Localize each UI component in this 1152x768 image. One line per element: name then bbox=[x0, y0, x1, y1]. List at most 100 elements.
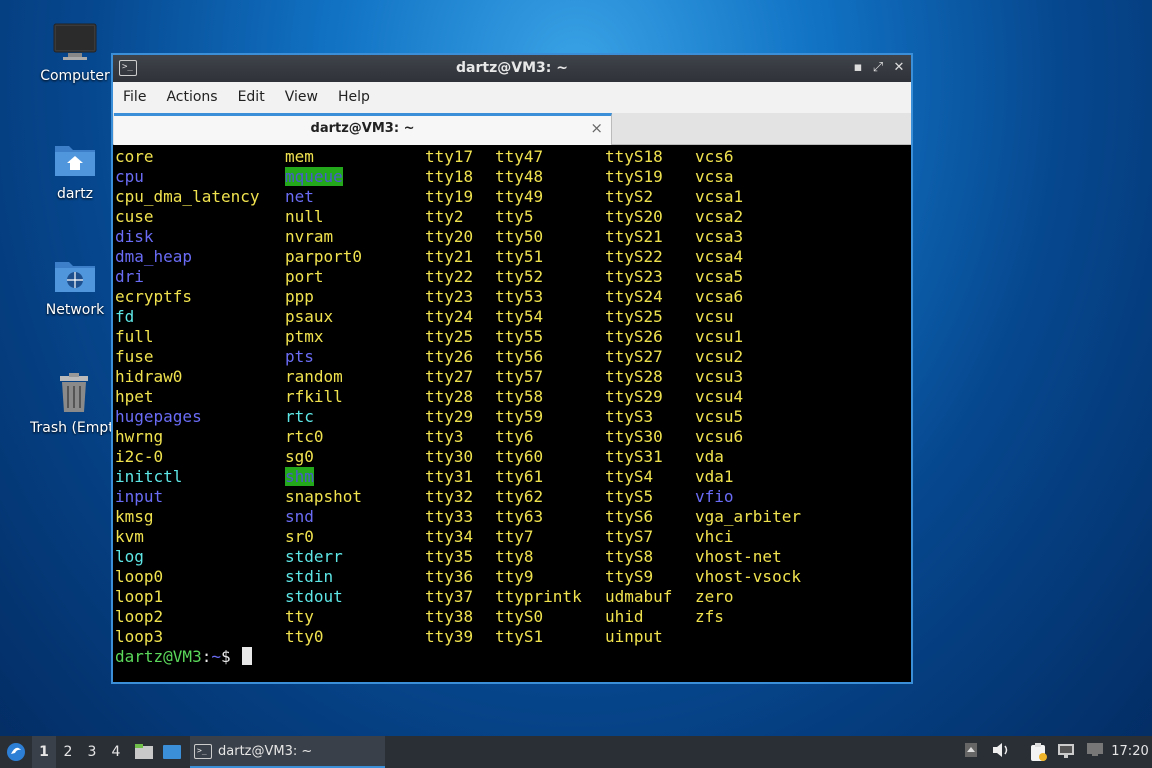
menu-file[interactable]: File bbox=[113, 82, 156, 113]
listing-entry-text: dri bbox=[115, 267, 144, 286]
desktop: { "desktop": { "icons": [ {"label": "Com… bbox=[0, 0, 1152, 768]
listing-entry: tty50 bbox=[495, 227, 582, 247]
listing-entry: vcsu5 bbox=[695, 407, 801, 427]
listing-entry: vcsa6 bbox=[695, 287, 801, 307]
window-titlebar[interactable]: >_ dartz@VM3: ~ ▪ ⤢ ✕ bbox=[113, 55, 911, 82]
clipboard-applet[interactable] bbox=[1026, 742, 1050, 762]
listing-entry: tty32 bbox=[425, 487, 473, 507]
listing-entry-text: tty36 bbox=[425, 567, 474, 586]
listing-entry: vhost-vsock bbox=[695, 567, 801, 587]
start-menu-button[interactable] bbox=[4, 736, 28, 768]
minimize-button[interactable]: ▪ bbox=[849, 59, 867, 77]
desktop-icon-label: Trash (Empty) bbox=[30, 420, 112, 436]
listing-column: vcs6 vcsa vcsa1 vcsa2 vcsa3 vcsa4 vcsa5 vcsa6 vc… bbox=[695, 147, 801, 627]
listing-entry-text: ttyS18 bbox=[605, 147, 663, 166]
clock[interactable]: 17:20 bbox=[1110, 736, 1150, 768]
listing-entry: uinput bbox=[605, 627, 672, 647]
listing-entry: vcsa4 bbox=[695, 247, 801, 267]
desktop-icon-trash[interactable]: Trash (Empty) bbox=[30, 372, 112, 436]
listing-entry-text: vda1 bbox=[695, 467, 734, 486]
listing-entry-text: uinput bbox=[605, 627, 663, 646]
text-cursor bbox=[242, 647, 253, 665]
listing-entry: ttyS7 bbox=[605, 527, 672, 547]
taskbar: 1 2 3 4 >_ dartz@VM3: ~ 17:20 bbox=[0, 736, 1152, 768]
desktop-icon-home[interactable]: dartz bbox=[30, 140, 120, 202]
listing-entry-text: tty18 bbox=[425, 167, 474, 186]
listing-entry: rfkill bbox=[285, 387, 362, 407]
network-applet[interactable] bbox=[1054, 742, 1078, 762]
menu-edit[interactable]: Edit bbox=[228, 82, 275, 113]
listing-entry-text: vhost-vsock bbox=[695, 567, 801, 586]
menu-help[interactable]: Help bbox=[328, 82, 380, 113]
task-label: dartz@VM3: ~ bbox=[218, 744, 313, 759]
listing-entry-text: vcsu1 bbox=[695, 327, 744, 346]
listing-entry-text: vcsa3 bbox=[695, 227, 744, 246]
listing-entry: vcsa3 bbox=[695, 227, 801, 247]
maximize-button[interactable]: ⤢ bbox=[869, 59, 887, 77]
workspace-4[interactable]: 4 bbox=[104, 736, 128, 768]
desktop-icon-computer[interactable]: Computer bbox=[30, 22, 120, 84]
listing-entry-text: ttyprintk bbox=[495, 587, 582, 606]
listing-entry-text: vcsu bbox=[695, 307, 734, 326]
menu-view[interactable]: View bbox=[275, 82, 328, 113]
show-desktop-button[interactable] bbox=[162, 736, 184, 768]
listing-entry-text: tty2 bbox=[425, 207, 464, 226]
taskbar-task-terminal[interactable]: >_ dartz@VM3: ~ bbox=[190, 736, 385, 768]
listing-entry: stdin bbox=[285, 567, 362, 587]
listing-entry-text: tty47 bbox=[495, 147, 544, 166]
listing-entry: shm bbox=[285, 467, 362, 487]
listing-entry-text: rfkill bbox=[285, 387, 343, 406]
menu-actions[interactable]: Actions bbox=[156, 82, 227, 113]
listing-entry: kmsg bbox=[115, 507, 260, 527]
tab-terminal[interactable]: dartz@VM3: ~ × bbox=[114, 113, 612, 145]
listing-entry: ttyS8 bbox=[605, 547, 672, 567]
listing-entry: ttyprintk bbox=[495, 587, 582, 607]
listing-entry-text: tty58 bbox=[495, 387, 544, 406]
listing-entry: tty56 bbox=[495, 347, 582, 367]
listing-entry-text: psaux bbox=[285, 307, 334, 326]
tray-up-arrow[interactable] bbox=[962, 742, 980, 762]
desktop-icon-network[interactable]: Network bbox=[30, 256, 120, 318]
shell-prompt: dartz@VM3:~$ bbox=[115, 647, 253, 667]
workspace-3[interactable]: 3 bbox=[80, 736, 104, 768]
listing-entry: tty21 bbox=[425, 247, 473, 267]
workspace-2[interactable]: 2 bbox=[56, 736, 80, 768]
listing-entry-text: ttyS0 bbox=[495, 607, 544, 626]
workspace-1[interactable]: 1 bbox=[32, 736, 56, 768]
listing-entry-text: tty24 bbox=[425, 307, 474, 326]
close-button[interactable]: ✕ bbox=[890, 59, 908, 77]
listing-entry-text: tty32 bbox=[425, 487, 474, 506]
trash-icon bbox=[60, 373, 88, 412]
file-manager-launcher[interactable] bbox=[134, 736, 156, 768]
listing-entry: ttyS20 bbox=[605, 207, 672, 227]
file-manager-icon bbox=[135, 743, 153, 759]
listing-entry-text: tty29 bbox=[425, 407, 474, 426]
listing-entry-text: vga_arbiter bbox=[695, 507, 801, 526]
listing-entry-text: vcsu3 bbox=[695, 367, 744, 386]
listing-entry-text: tty0 bbox=[285, 627, 324, 646]
listing-entry-text: ttyS31 bbox=[605, 447, 663, 466]
listing-entry-text: port bbox=[285, 267, 324, 286]
listing-entry: ttyS22 bbox=[605, 247, 672, 267]
listing-entry-text: loop3 bbox=[115, 627, 164, 646]
desktop-icon-label: dartz bbox=[56, 186, 94, 202]
listing-entry: vcsa2 bbox=[695, 207, 801, 227]
listing-entry-text: null bbox=[285, 207, 324, 226]
listing-entry-text: ttyS20 bbox=[605, 207, 663, 226]
notification-applet[interactable] bbox=[1084, 742, 1106, 762]
listing-entry-text: ttyS5 bbox=[605, 487, 654, 506]
listing-entry-text: pts bbox=[285, 347, 314, 366]
listing-entry-text: udmabuf bbox=[605, 587, 673, 606]
listing-entry: tty20 bbox=[425, 227, 473, 247]
terminal-output[interactable]: vcs6 vcsa vcsa1 vcsa2 vcsa3 vcsa4 vcsa5 vcsa6 vc… bbox=[115, 147, 909, 682]
listing-entry: tty28 bbox=[425, 387, 473, 407]
listing-entry: tty49 bbox=[495, 187, 582, 207]
listing-entry-text: tty59 bbox=[495, 407, 544, 426]
listing-entry: vga_arbiter bbox=[695, 507, 801, 527]
volume-control[interactable] bbox=[990, 742, 1012, 762]
listing-entry: tty24 bbox=[425, 307, 473, 327]
tab-close-icon[interactable]: × bbox=[590, 119, 603, 137]
listing-entry-text: vcsa4 bbox=[695, 247, 744, 266]
listing-entry-text: tty21 bbox=[425, 247, 474, 266]
tray-arrow-icon bbox=[965, 743, 977, 757]
